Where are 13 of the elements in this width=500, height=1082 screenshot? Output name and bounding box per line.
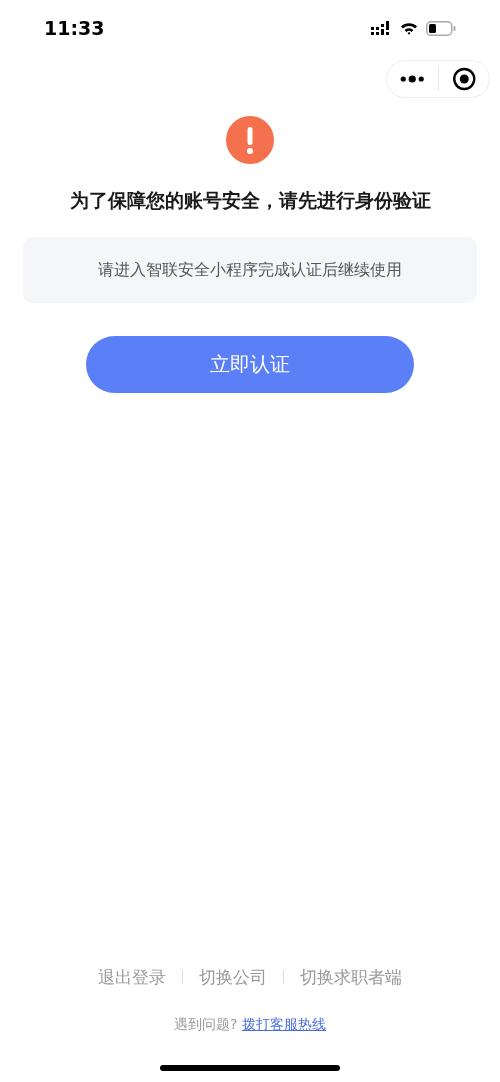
wifi-icon — [400, 21, 418, 35]
footer-link[interactable]: 切换公司 — [199, 964, 267, 990]
signal-icon — [371, 21, 392, 35]
status-time: 11:33 — [44, 15, 105, 41]
verify-button[interactable]: 立即认证 — [86, 335, 414, 393]
footer-link[interactable]: 切换求职者端 — [300, 964, 402, 990]
help-prompt: 遇到问题? — [174, 1016, 238, 1032]
verification-title: 为了保障您的账号安全，请先进行身份验证 — [68, 188, 432, 213]
hotline-link[interactable]: 拨打客服热线 — [241, 1016, 326, 1032]
footer-link[interactable]: 退出登录 — [98, 964, 166, 990]
battery-icon — [426, 20, 456, 36]
notice-panel: 请进入智联安全小程序完成认证后继续使用 — [23, 236, 477, 303]
warning-icon — [226, 116, 274, 164]
